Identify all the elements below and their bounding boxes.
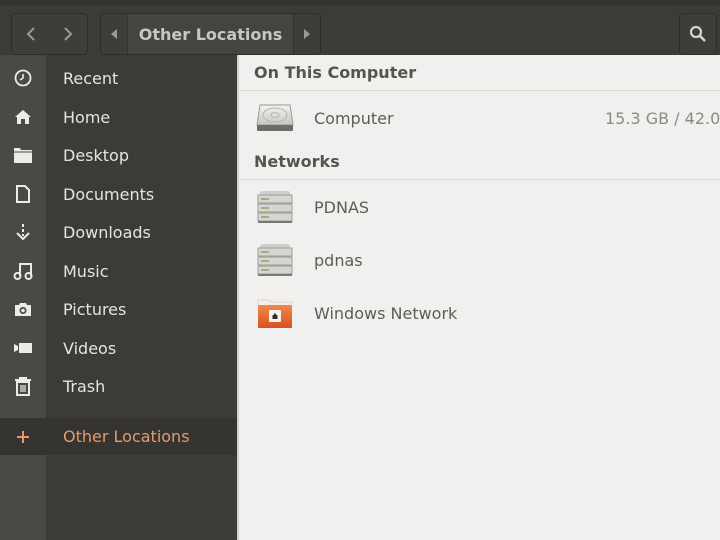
music-icon bbox=[13, 263, 33, 280]
sidebar-item-videos[interactable]: Videos bbox=[0, 329, 237, 367]
breadcrumb-other-locations[interactable]: Other Locations bbox=[127, 14, 294, 54]
location-name: Windows Network bbox=[314, 303, 458, 323]
history-nav-group bbox=[11, 13, 88, 55]
plus-icon bbox=[17, 430, 29, 443]
triangle-right-icon bbox=[304, 29, 310, 39]
main-content: On This Computer Computer 15.3 GB / 42.0… bbox=[237, 55, 720, 540]
harddisk-icon bbox=[256, 104, 294, 131]
network-folder-icon bbox=[257, 299, 293, 328]
section-header-networks: Networks bbox=[239, 144, 720, 180]
triangle-left-icon bbox=[111, 29, 117, 39]
document-icon bbox=[16, 185, 30, 203]
list-item-pdnas-lower[interactable]: pdnas bbox=[239, 234, 720, 286]
path-scroll-right-button[interactable] bbox=[294, 14, 320, 54]
video-icon bbox=[14, 343, 32, 353]
sidebar-icon-strip-bottom bbox=[0, 455, 46, 540]
sidebar-item-music[interactable]: Music bbox=[0, 252, 237, 290]
list-item-computer[interactable]: Computer 15.3 GB / 42.0 GB available bbox=[239, 92, 720, 144]
search-icon bbox=[689, 25, 706, 42]
sidebar-item-label: Recent bbox=[63, 68, 119, 88]
sidebar-item-label: Home bbox=[63, 107, 111, 127]
sidebar-item-recent[interactable]: Recent bbox=[0, 59, 237, 97]
sidebar-item-label: Music bbox=[63, 261, 109, 281]
server-icon bbox=[257, 191, 293, 223]
sidebar-item-desktop[interactable]: Desktop bbox=[0, 136, 237, 174]
camera-icon bbox=[15, 303, 31, 316]
sidebar-item-pictures[interactable]: Pictures bbox=[0, 290, 237, 328]
header-bar: Other Locations bbox=[0, 0, 720, 55]
forward-button[interactable] bbox=[50, 14, 88, 54]
back-button[interactable] bbox=[12, 14, 50, 54]
sidebar-item-downloads[interactable]: Downloads bbox=[0, 213, 237, 251]
folder-icon bbox=[14, 148, 32, 163]
path-scroll-left-button[interactable] bbox=[101, 14, 127, 54]
sidebar-item-label: Other Locations bbox=[63, 427, 190, 446]
sidebar-item-label: Desktop bbox=[63, 145, 129, 165]
sidebar-item-trash[interactable]: Trash bbox=[0, 367, 237, 405]
sidebar-item-label: Videos bbox=[63, 338, 117, 358]
sidebar-item-label: Pictures bbox=[63, 299, 127, 319]
list-item-windows-network[interactable]: Windows Network bbox=[239, 287, 720, 339]
path-bar: Other Locations bbox=[100, 13, 321, 55]
list-item-pdnas-upper[interactable]: PDNAS bbox=[239, 181, 720, 233]
trash-icon bbox=[15, 377, 31, 396]
chevron-right-icon bbox=[64, 27, 73, 41]
chevron-left-icon bbox=[26, 27, 35, 41]
search-button[interactable] bbox=[679, 13, 717, 55]
location-name: PDNAS bbox=[314, 197, 370, 217]
disk-usage-info: 15.3 GB / 42.0 GB available bbox=[605, 108, 720, 128]
clock-icon bbox=[14, 69, 32, 87]
sidebar-item-home[interactable]: Home bbox=[0, 98, 237, 136]
sidebar: Recent Home Desktop Documents Downloads … bbox=[0, 55, 237, 540]
sidebar-item-documents[interactable]: Documents bbox=[0, 175, 237, 213]
location-name: pdnas bbox=[314, 250, 363, 270]
home-icon bbox=[15, 110, 31, 124]
server-icon bbox=[257, 244, 293, 276]
section-header-on-this-computer: On This Computer bbox=[239, 55, 720, 91]
location-name: Computer bbox=[314, 108, 394, 128]
sidebar-item-label: Trash bbox=[63, 376, 106, 396]
sidebar-item-other-locations[interactable]: Other Locations bbox=[0, 418, 237, 455]
download-icon bbox=[16, 224, 30, 241]
sidebar-item-label: Downloads bbox=[63, 222, 151, 242]
sidebar-item-label: Documents bbox=[63, 184, 155, 204]
